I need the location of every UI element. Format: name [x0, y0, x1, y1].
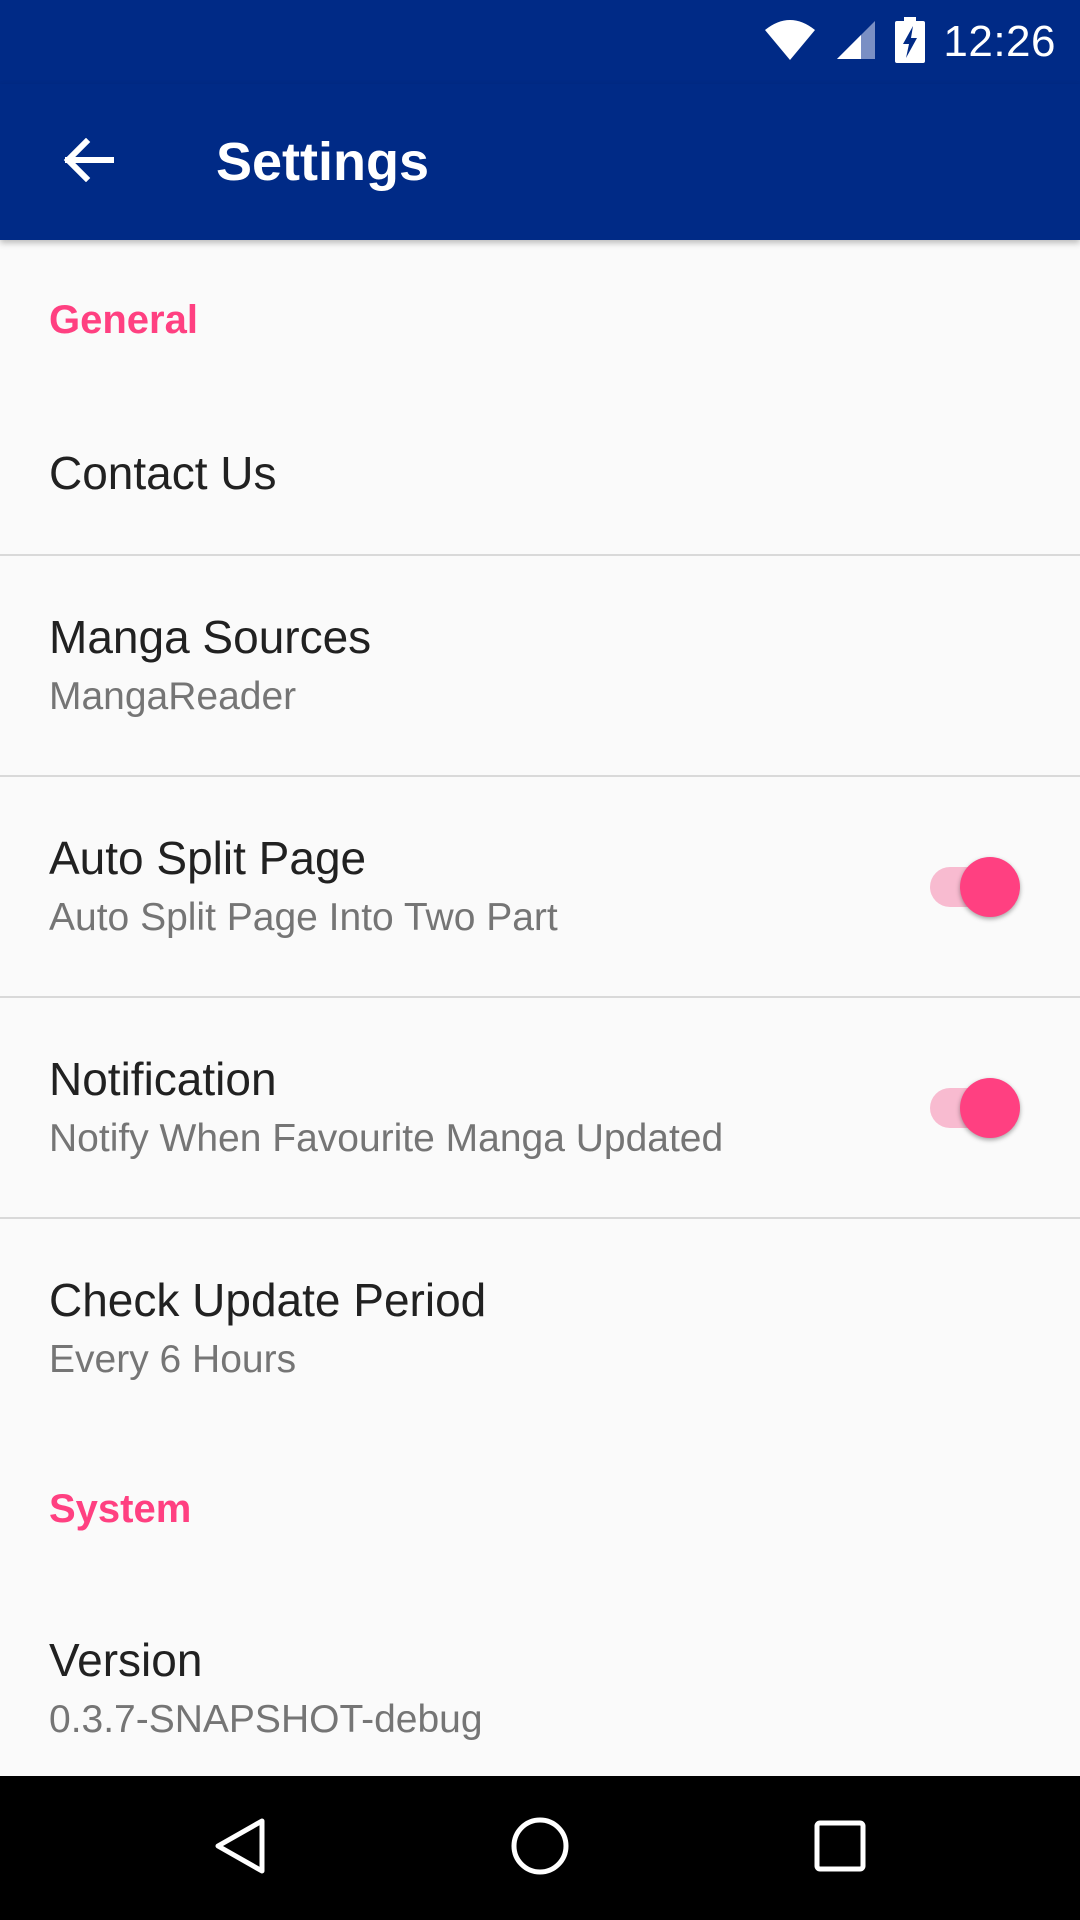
nav-recents-button[interactable]: [790, 1798, 890, 1898]
pref-title: Version: [49, 1634, 203, 1686]
back-button[interactable]: [48, 122, 128, 202]
section-header-system: System: [49, 1486, 192, 1531]
status-icons: 12:26: [763, 0, 1056, 84]
pref-manga-sources[interactable]: Manga Sources MangaReader: [0, 556, 1080, 777]
recents-square-icon: [813, 1819, 867, 1878]
status-bar: 12:26: [0, 0, 1080, 84]
settings-list[interactable]: General Contact Us Manga Sources MangaRe…: [0, 240, 1080, 1776]
back-triangle-icon: [212, 1816, 268, 1881]
pref-notification[interactable]: Notification Notify When Favourite Manga…: [0, 998, 1080, 1219]
nav-back-button[interactable]: [190, 1798, 290, 1898]
battery-charging-icon: [895, 16, 926, 68]
pref-summary: Every 6 Hours: [49, 1338, 297, 1381]
arrow-back-icon: [62, 137, 115, 187]
page-title: Settings: [216, 132, 430, 192]
notification-toggle[interactable]: [924, 1077, 1020, 1138]
pref-title: Check Update Period: [49, 1274, 487, 1326]
nav-home-button[interactable]: [490, 1798, 590, 1898]
pref-auto-split-page[interactable]: Auto Split Page Auto Split Page Into Two…: [0, 777, 1080, 998]
status-clock: 12:26: [943, 17, 1056, 66]
app-bar: Settings: [0, 84, 1080, 240]
signal-icon: [835, 19, 877, 66]
pref-version[interactable]: Version 0.3.7-SNAPSHOT-debug: [0, 1579, 1080, 1776]
pref-contact-us[interactable]: Contact Us: [0, 400, 1080, 556]
pref-summary: MangaReader: [49, 674, 297, 718]
section-header-general: General: [49, 297, 198, 342]
pref-summary: 0.3.7-SNAPSHOT-debug: [49, 1698, 483, 1741]
wifi-icon: [763, 18, 817, 67]
pref-title: Manga Sources: [49, 610, 372, 663]
pref-title: Contact Us: [49, 447, 277, 499]
auto-split-toggle[interactable]: [924, 856, 1020, 917]
navigation-bar: [0, 1776, 1080, 1920]
pref-check-update-period[interactable]: Check Update Period Every 6 Hours: [0, 1219, 1080, 1439]
home-circle-icon: [510, 1816, 570, 1881]
toggle-thumb: [960, 1077, 1020, 1138]
toggle-thumb: [960, 856, 1020, 917]
